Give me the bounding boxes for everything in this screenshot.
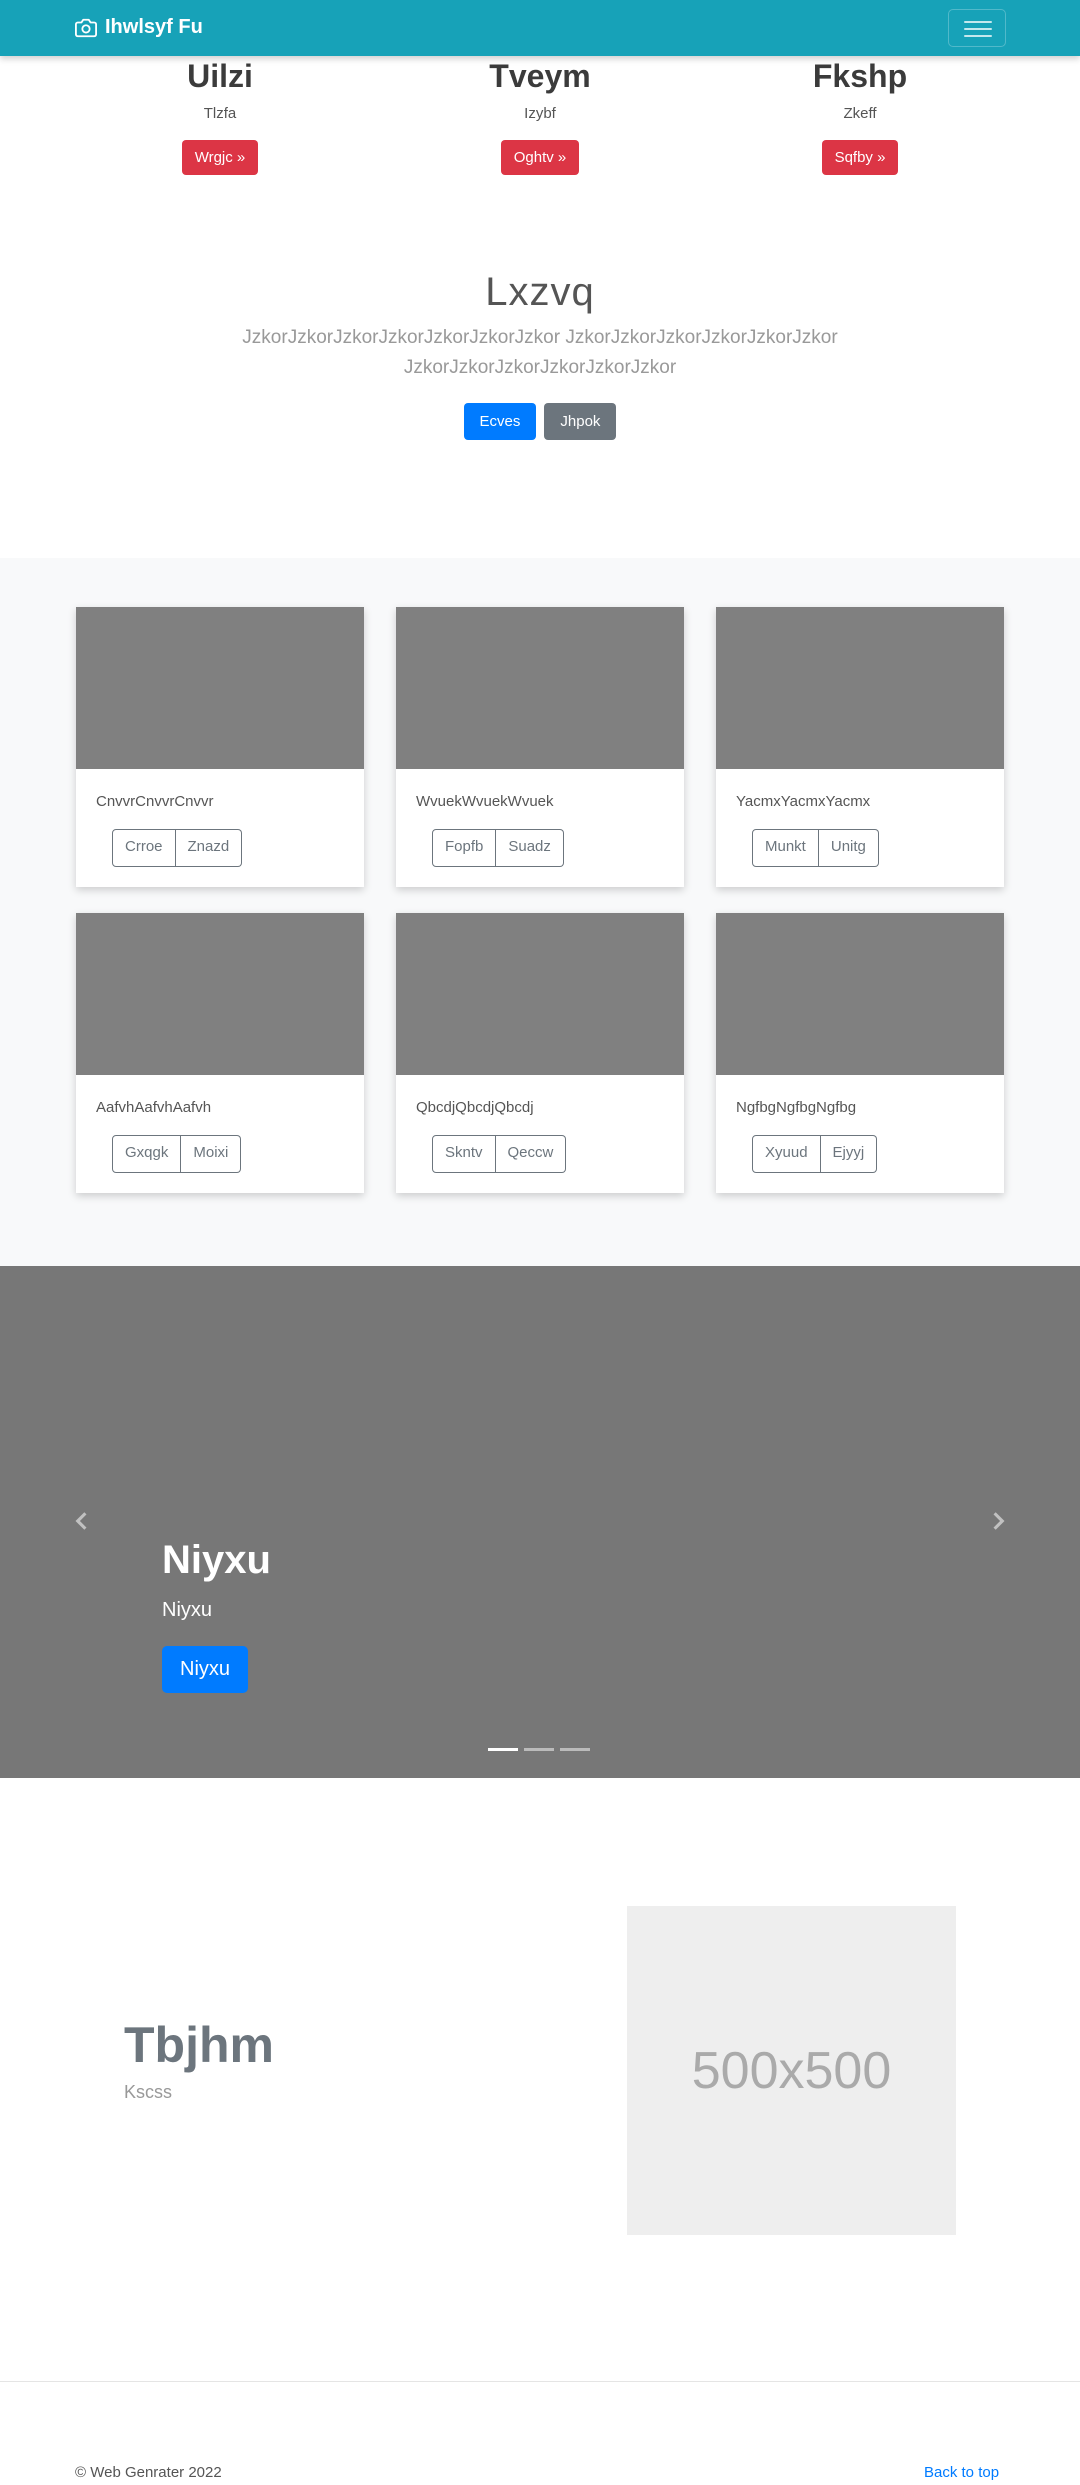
card-text: NgfbgNgfbgNgfbg <box>736 1099 857 1116</box>
column-text: Zkeff <box>843 105 877 122</box>
placeholder-label: 500x500 <box>691 2041 892 2100</box>
card-button-group: Crroe Znazd <box>112 829 243 867</box>
album-card: NgfbgNgfbgNgfbg Xyuud Ejyyj <box>716 913 1004 1193</box>
card-button-group: Fopfb Suadz <box>432 829 564 867</box>
navbar: Ihwlsyf Fu <box>0 0 1080 56</box>
carousel-cta-button[interactable]: Niyxu <box>162 1646 249 1693</box>
marketing-column: Uilzi Tlzfa Wrgjc » <box>105 56 335 175</box>
navbar-toggler-button[interactable] <box>948 9 1006 47</box>
lead-line: JzkorJzkorJzkorJzkorJzkorJzkorJzkor Jzko… <box>242 327 838 348</box>
column-title: Fkshp <box>812 58 908 94</box>
carousel-indicator[interactable] <box>524 1748 554 1751</box>
jumbotron: Lxzvq JzkorJzkorJzkorJzkorJzkorJzkorJzko… <box>0 270 1080 440</box>
carousel-indicator[interactable] <box>488 1748 518 1751</box>
card-text: QbcdjQbcdjQbcdj <box>416 1099 534 1116</box>
card-thumbnail <box>76 607 364 769</box>
carousel-next-icon[interactable] <box>988 1510 1010 1532</box>
column-text: Izybf <box>524 105 556 122</box>
card-button[interactable]: Unitg <box>818 829 879 867</box>
carousel-caption: Niyxu Niyxu Niyxu <box>162 1538 271 1693</box>
marketing-column: Fkshp Zkeff Sqfby » <box>745 56 975 175</box>
carousel-heading: Niyxu <box>162 1538 271 1582</box>
card-thumbnail <box>716 607 1004 769</box>
carousel: Niyxu Niyxu Niyxu <box>0 1266 1080 1778</box>
featurette-subtext: Kscss <box>124 2082 173 2102</box>
card-button-group: Skntv Qeccw <box>432 1135 567 1173</box>
carousel-prev-icon[interactable] <box>70 1510 92 1532</box>
jumbotron-lead: JzkorJzkorJzkorJzkorJzkorJzkorJzkor Jzko… <box>0 323 1080 383</box>
album-card: AafvhAafvhAafvh Gxqgk Moixi <box>76 913 364 1193</box>
camera-icon <box>75 18 97 37</box>
card-text: AafvhAafvhAafvh <box>96 1099 212 1116</box>
card-button[interactable]: Ejyyj <box>820 1135 878 1173</box>
jumbotron-buttons: Ecves Jhpok <box>0 403 1080 440</box>
card-button[interactable]: Znazd <box>175 829 243 867</box>
card-button[interactable]: Gxqgk <box>112 1135 182 1173</box>
navbar-brand[interactable]: Ihwlsyf Fu <box>75 16 203 39</box>
card-button[interactable]: Moixi <box>181 1135 242 1173</box>
lead-line: JzkorJzkorJzkorJzkorJzkorJzkor <box>403 357 677 378</box>
jumbotron-title: Lxzvq <box>485 270 595 314</box>
footer-divider <box>0 2381 1080 2382</box>
card-thumbnail <box>396 913 684 1075</box>
album-card: QbcdjQbcdjQbcdj Skntv Qeccw <box>396 913 684 1193</box>
card-button[interactable]: Xyuud <box>752 1135 821 1173</box>
column-text: Tlzfa <box>203 105 237 122</box>
carousel-indicators <box>488 1748 590 1751</box>
jumbotron-primary-button[interactable]: Ecves <box>463 403 537 440</box>
column-details-button[interactable]: Wrgjc » <box>181 140 259 175</box>
card-thumbnail <box>716 913 1004 1075</box>
marketing-column: Tveym Izybf Oghtv » <box>425 56 655 175</box>
album-card: YacmxYacmxYacmx Munkt Unitg <box>716 607 1004 887</box>
featurette-heading: Tbjhm <box>124 2017 274 2073</box>
card-thumbnail <box>76 913 364 1075</box>
card-text: CnvvrCnvvrCnvvr <box>96 793 214 810</box>
card-button[interactable]: Crroe <box>112 829 176 867</box>
card-button[interactable]: Fopfb <box>432 829 497 867</box>
footer-copyright: © Web Genrater 2022 <box>75 2464 222 2481</box>
placeholder-image: 500x500 <box>627 1906 956 2235</box>
column-details-button[interactable]: Sqfby » <box>821 140 899 175</box>
carousel-indicator[interactable] <box>560 1748 590 1751</box>
album: CnvvrCnvvrCnvvr Crroe Znazd WvuekWvuekWv… <box>0 558 1080 1266</box>
album-card: CnvvrCnvvrCnvvr Crroe Znazd <box>76 607 364 887</box>
card-button[interactable]: Munkt <box>752 829 819 867</box>
card-button[interactable]: Skntv <box>432 1135 496 1173</box>
card-button-group: Gxqgk Moixi <box>112 1135 242 1173</box>
column-title: Tveym <box>489 58 591 94</box>
card-button-group: Xyuud Ejyyj <box>752 1135 878 1173</box>
card-thumbnail <box>396 607 684 769</box>
card-button-group: Munkt Unitg <box>752 829 879 867</box>
brand-label: Ihwlsyf Fu <box>105 16 203 38</box>
album-card: WvuekWvuekWvuek Fopfb Suadz <box>396 607 684 887</box>
card-text: YacmxYacmxYacmx <box>736 793 871 810</box>
carousel-subtext: Niyxu <box>162 1599 213 1621</box>
card-button[interactable]: Suadz <box>496 829 564 867</box>
column-details-button[interactable]: Oghtv » <box>500 140 580 175</box>
column-title: Uilzi <box>187 58 253 94</box>
card-button[interactable]: Qeccw <box>495 1135 567 1173</box>
card-text: WvuekWvuekWvuek <box>416 793 554 810</box>
back-to-top-link[interactable]: Back to top <box>924 2464 999 2481</box>
jumbotron-secondary-button[interactable]: Jhpok <box>544 403 617 440</box>
